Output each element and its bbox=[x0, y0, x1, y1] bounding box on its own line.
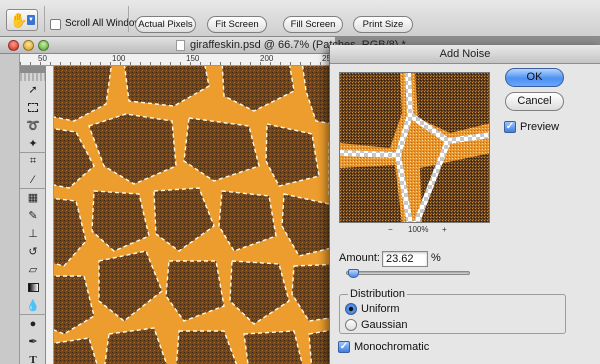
dodge-tool-icon[interactable]: ● bbox=[20, 315, 46, 333]
monochromatic-checkbox[interactable]: ✓ bbox=[338, 341, 350, 353]
document-icon bbox=[176, 40, 185, 51]
magic-wand-tool-icon[interactable]: ✦ bbox=[20, 135, 46, 153]
dialog-title[interactable]: Add Noise bbox=[330, 45, 600, 64]
fill-screen-button[interactable]: Fill Screen bbox=[283, 16, 343, 33]
eyedropper-tool-icon[interactable]: ⁄ bbox=[20, 171, 46, 189]
tool-preset-picker[interactable]: ✋ ▼ bbox=[6, 9, 38, 31]
marquee-tool-icon[interactable] bbox=[20, 99, 46, 117]
toolbox: ➚ ➰ ✦ ⌗ ⁄ ▦ ✎ ⊥ ↺ ▱ 💧 ● ✒ T bbox=[20, 73, 46, 364]
amount-input[interactable]: 23.62 bbox=[382, 251, 428, 267]
healing-brush-tool-icon[interactable]: ▦ bbox=[20, 189, 46, 207]
image-canvas[interactable] bbox=[54, 66, 335, 364]
gaussian-label: Gaussian bbox=[361, 319, 408, 331]
horizontal-ruler: 50 100 150 200 250 bbox=[20, 54, 335, 66]
ruler-tick: 100 bbox=[112, 54, 126, 63]
minimize-window-icon[interactable] bbox=[23, 40, 34, 51]
add-noise-dialog: Add Noise − 100% + OK Cancel ✓ Preview A… bbox=[329, 45, 600, 364]
uniform-label: Uniform bbox=[361, 303, 400, 315]
vertical-ruler bbox=[46, 66, 54, 364]
preview-label: Preview bbox=[520, 121, 560, 133]
gaussian-radio[interactable] bbox=[345, 319, 357, 331]
close-window-icon[interactable] bbox=[8, 40, 19, 51]
zoom-window-icon[interactable] bbox=[38, 40, 49, 51]
history-brush-tool-icon[interactable]: ↺ bbox=[20, 243, 46, 261]
crop-tool-icon[interactable]: ⌗ bbox=[20, 153, 46, 171]
document-titlebar[interactable]: giraffeskin.psd @ 66.7% (Patches, RGB/8)… bbox=[0, 37, 406, 54]
preview-image bbox=[340, 73, 489, 222]
distribution-title: Distribution bbox=[348, 288, 408, 300]
ruler-tick: 150 bbox=[186, 54, 200, 63]
eraser-tool-icon[interactable]: ▱ bbox=[20, 261, 46, 279]
hand-tool-icon: ✋ bbox=[10, 12, 28, 28]
pen-tool-icon[interactable]: ✒ bbox=[20, 333, 46, 351]
lasso-tool-icon[interactable]: ➰ bbox=[20, 117, 46, 135]
options-bar: ✋ ▼ Scroll All Windows Actual Pixels Fit… bbox=[0, 0, 600, 37]
type-tool-icon[interactable]: T bbox=[20, 351, 46, 364]
print-size-button[interactable]: Print Size bbox=[353, 16, 413, 33]
scroll-all-windows-checkbox[interactable] bbox=[50, 19, 61, 30]
ruler-tick: 50 bbox=[38, 54, 47, 63]
ruler-tick: 200 bbox=[260, 54, 274, 63]
gradient-tool-icon[interactable] bbox=[20, 279, 46, 297]
zoom-out-button[interactable]: − bbox=[388, 225, 393, 234]
filter-preview[interactable] bbox=[339, 72, 490, 223]
blur-tool-icon[interactable]: 💧 bbox=[20, 297, 46, 315]
fit-screen-button[interactable]: Fit Screen bbox=[207, 16, 267, 33]
monochromatic-label: Monochromatic bbox=[354, 341, 430, 353]
preview-zoom-level: 100% bbox=[408, 225, 429, 234]
divider bbox=[44, 6, 45, 32]
uniform-radio[interactable] bbox=[345, 303, 357, 315]
divider bbox=[128, 6, 129, 32]
preview-checkbox[interactable]: ✓ bbox=[504, 121, 516, 133]
actual-pixels-button[interactable]: Actual Pixels bbox=[135, 16, 196, 33]
workspace-edge bbox=[0, 37, 20, 364]
amount-slider-thumb[interactable] bbox=[348, 269, 360, 278]
giraffe-skin-image bbox=[54, 66, 335, 364]
ok-button[interactable]: OK bbox=[505, 68, 564, 87]
chevron-down-icon: ▼ bbox=[27, 15, 35, 25]
zoom-in-button[interactable]: + bbox=[442, 225, 447, 234]
amount-slider-track[interactable] bbox=[346, 271, 470, 275]
cancel-button[interactable]: Cancel bbox=[505, 92, 564, 111]
clone-stamp-tool-icon[interactable]: ⊥ bbox=[20, 225, 46, 243]
brush-tool-icon[interactable]: ✎ bbox=[20, 207, 46, 225]
amount-label: Amount: bbox=[339, 252, 380, 264]
amount-unit: % bbox=[431, 252, 441, 264]
move-tool-icon[interactable]: ➚ bbox=[20, 81, 46, 99]
toolbox-grip[interactable] bbox=[20, 73, 45, 81]
